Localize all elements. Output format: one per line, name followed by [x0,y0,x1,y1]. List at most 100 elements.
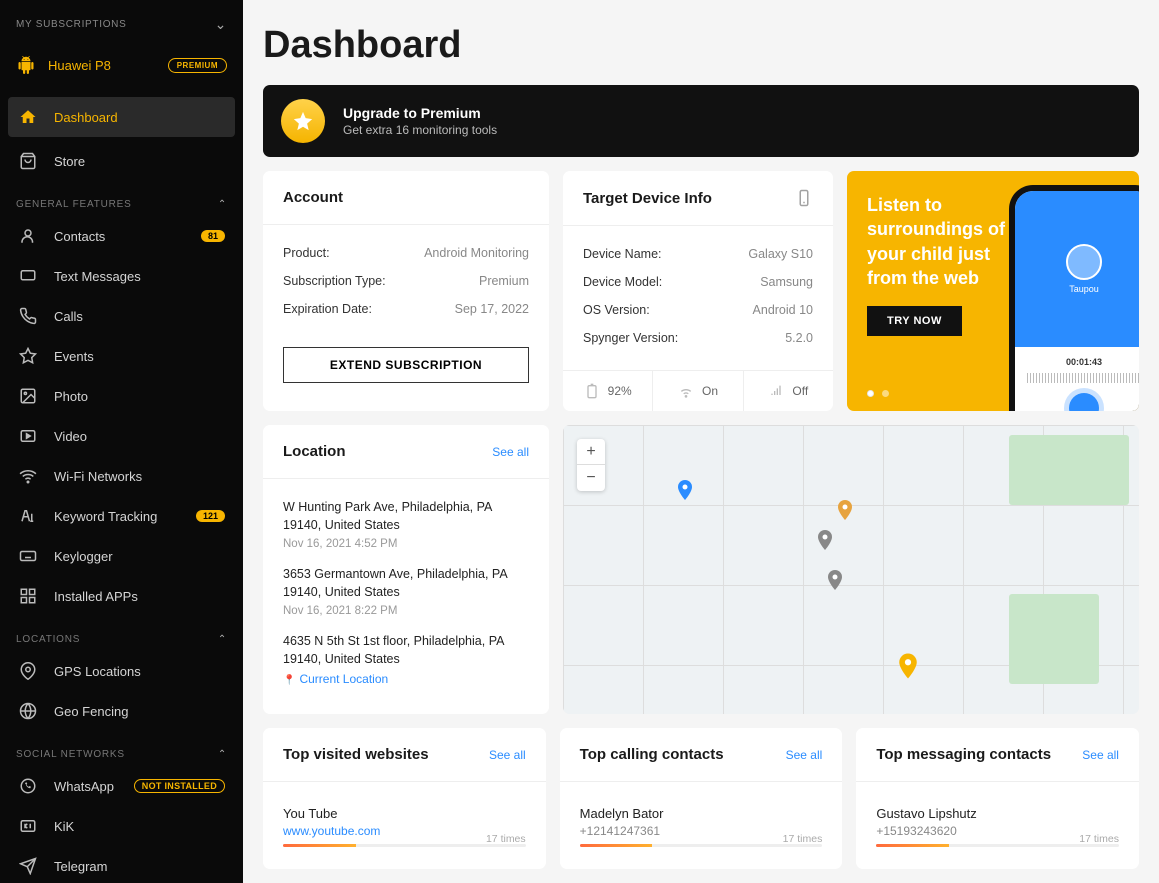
subscriptions-header: MY SUBSCRIPTIONS ⌄ [0,12,243,45]
item-name: Madelyn Bator [580,806,823,821]
premium-badge: PREMIUM [168,58,227,73]
badge: 81 [201,230,225,242]
nav-label: Telegram [54,859,107,874]
device-model-value: Samsung [760,275,813,289]
subscriptions-label: MY SUBSCRIPTIONS [16,19,126,30]
section-general: GENERAL FEATURES ⌃ [0,181,243,216]
see-all-link[interactable]: See all [786,748,823,762]
section-locations: LOCATIONS ⌃ [0,616,243,651]
nav-installed-apps[interactable]: Installed APPs [0,576,243,616]
upgrade-subtitle: Get extra 16 monitoring tools [343,123,497,137]
nav-whatsapp[interactable]: WhatsApp NOT INSTALLED [0,766,243,806]
spynger-label: Spynger Version: [583,331,678,345]
phone-icon [18,306,38,326]
nav-photo[interactable]: Photo [0,376,243,416]
location-datetime: Nov 16, 2021 4:52 PM [283,538,529,550]
section-social: SOCIAL NETWORKS ⌃ [0,731,243,766]
nav-wifi[interactable]: Wi-Fi Networks [0,456,243,496]
see-all-link[interactable]: See all [1082,748,1119,762]
promo-text: Listen to surroundings of your child jus… [867,193,1007,290]
top-sites-header: Top visited websites [283,746,429,763]
upgrade-banner[interactable]: Upgrade to Premium Get extra 16 monitori… [263,85,1139,157]
item-count: 17 times [1079,833,1119,845]
target-device-card: Target Device Info Device Name:Galaxy S1… [563,171,833,411]
battery-status: 92% [563,371,653,411]
main-content: Dashboard Upgrade to Premium Get extra 1… [243,0,1159,883]
nav-gps[interactable]: GPS Locations [0,651,243,691]
zoom-in-button[interactable]: + [577,439,605,465]
nav-text-messages[interactable]: Text Messages [0,256,243,296]
device-selector[interactable]: Huawei P8 PREMIUM [0,45,243,93]
nav-dashboard[interactable]: Dashboard [8,97,235,137]
carousel-dots[interactable] [867,390,889,397]
nav-label: GPS Locations [54,664,141,679]
nav-label: Video [54,429,87,444]
nav-label: Geo Fencing [54,704,128,719]
extend-subscription-button[interactable]: EXTEND SUBSCRIPTION [283,347,529,383]
nav-telegram[interactable]: Telegram [0,846,243,883]
nav-keylogger[interactable]: Keylogger [0,536,243,576]
nav-label: Dashboard [54,110,118,125]
promo-card: Listen to surroundings of your child jus… [847,171,1139,411]
item-count: 17 times [486,833,526,845]
location-item[interactable]: 3653 Germantown Ave, Philadelphia, PA 19… [283,560,529,627]
play-icon [1069,393,1099,411]
text-icon [18,506,38,526]
subscription-label: Subscription Type: [283,274,386,288]
nav-label: KiK [54,819,74,834]
item-count: 17 times [783,833,823,845]
star-badge-icon [281,99,325,143]
map-zoom: + − [577,439,605,491]
nav-calls[interactable]: Calls [0,296,243,336]
nav-events[interactable]: Events [0,336,243,376]
wifi-status: On [653,371,743,411]
list-item[interactable]: Madelyn Bator+1214124736117 times [580,796,823,851]
location-address: 4635 N 5th St 1st floor, Philadelphia, P… [283,633,529,668]
zoom-out-button[interactable]: − [577,465,605,491]
device-name-label: Device Name: [583,247,662,261]
globe-icon [18,701,38,721]
location-header: Location [283,443,346,460]
os-value: Android 10 [753,303,813,317]
try-now-button[interactable]: TRY NOW [867,306,962,336]
android-icon [16,53,36,77]
location-datetime: Nov 16, 2021 8:22 PM [283,605,529,617]
star-icon [18,346,38,366]
kik-icon [18,816,38,836]
status-row: 92% On Off [563,370,833,411]
nav-kik[interactable]: KiK [0,806,243,846]
nav-geo[interactable]: Geo Fencing [0,691,243,731]
target-header: Target Device Info [583,190,712,207]
nav-keyword[interactable]: Keyword Tracking 121 [0,496,243,536]
image-icon [18,386,38,406]
os-label: OS Version: [583,303,650,317]
see-all-link[interactable]: See all [489,748,526,762]
see-all-link[interactable]: See all [492,445,529,459]
not-installed-badge: NOT INSTALLED [134,779,225,793]
nav-label: Keyword Tracking [54,509,157,524]
list-item[interactable]: Gustavo Lipshutz+1519324362017 times [876,796,1119,851]
sidebar: MY SUBSCRIPTIONS ⌄ Huawei P8 PREMIUM Das… [0,0,243,883]
list-item[interactable]: You Tubewww.youtube.com17 times [283,796,526,851]
pin-icon [18,661,38,681]
section-label: SOCIAL NETWORKS [16,749,125,760]
nav-video[interactable]: Video [0,416,243,456]
top-sites-card: Top visited websites See all You Tubewww… [263,728,546,869]
map[interactable]: + − [563,425,1139,714]
nav-store[interactable]: Store [0,141,243,181]
chevron-up-icon[interactable]: ⌃ [218,634,227,645]
chevron-up-icon[interactable]: ⌃ [218,749,227,760]
location-item[interactable]: W Hunting Park Ave, Philadelphia, PA 191… [283,493,529,560]
nav-label: Photo [54,389,88,404]
chevron-down-icon[interactable]: ⌄ [215,16,227,33]
top-calls-card: Top calling contacts See all Madelyn Bat… [560,728,843,869]
person-icon [18,226,38,246]
location-item[interactable]: 4635 N 5th St 1st floor, Philadelphia, P… [283,627,529,696]
map-pin-icon [813,525,837,555]
location-address: 3653 Germantown Ave, Philadelphia, PA 19… [283,566,529,601]
chevron-up-icon[interactable]: ⌃ [218,199,227,210]
nav-contacts[interactable]: Contacts 81 [0,216,243,256]
spynger-value: 5.2.0 [785,331,813,345]
expiration-label: Expiration Date: [283,302,372,316]
map-pin-icon [673,475,697,505]
